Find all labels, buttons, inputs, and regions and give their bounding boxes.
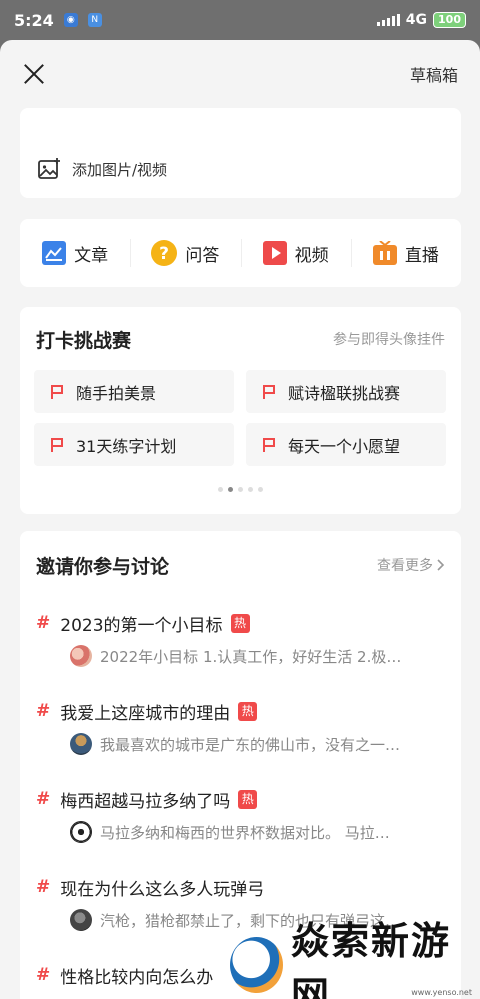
chevron-right-icon xyxy=(437,559,445,571)
topic-title: 性格比较内向怎么办 xyxy=(60,967,214,988)
hashtag-icon: # xyxy=(36,965,51,985)
challenge-item-label: 每天一个小愿望 xyxy=(288,436,401,456)
signal-icon xyxy=(376,14,400,26)
content-type-card: 文章 ? 问答 视频 直播 xyxy=(20,219,461,287)
watermark-url: www.yenso.net xyxy=(411,988,472,997)
avatar xyxy=(70,645,92,667)
challenge-item[interactable]: 31天练字计划 xyxy=(34,423,234,466)
type-article[interactable]: 文章 xyxy=(20,219,130,287)
topic-item[interactable]: # 梅西超越马拉多纳了吗 热 马拉多纳和梅西的世界杯数据对比。 马拉… xyxy=(36,787,446,843)
topic-item[interactable]: # 2023的第一个小目标 热 2022年小目标 1.认真工作，好好生活 2.极… xyxy=(36,611,446,667)
topic-preview: 我最喜欢的城市是广东的佛山市，没有之一… xyxy=(100,735,401,754)
add-media-button[interactable]: 添加图片/视频 xyxy=(38,158,167,180)
svg-text:?: ? xyxy=(159,244,169,264)
drafts-button[interactable]: 草稿箱 xyxy=(410,62,458,86)
hashtag-icon: # xyxy=(36,789,51,809)
challenge-card: 打卡挑战赛 参与即得头像挂件 随手拍美景 赋诗楹联挑战赛 31天练字计划 每天一… xyxy=(20,307,461,514)
hot-badge: 热 xyxy=(230,613,250,633)
carousel-pager xyxy=(20,487,461,492)
type-video[interactable]: 视频 xyxy=(240,219,351,287)
challenge-item[interactable]: 赋诗楹联挑战赛 xyxy=(246,370,446,413)
type-live-label: 直播 xyxy=(404,245,439,266)
type-live[interactable]: 直播 xyxy=(350,219,461,287)
avatar xyxy=(70,733,92,755)
status-time: 5:24 xyxy=(14,10,54,30)
challenge-item[interactable]: 每天一个小愿望 xyxy=(246,423,446,466)
challenge-item-label: 赋诗楹联挑战赛 xyxy=(288,383,401,403)
type-question[interactable]: ? 问答 xyxy=(130,219,240,287)
flag-icon xyxy=(51,384,63,399)
close-icon[interactable] xyxy=(22,62,46,86)
pager-dot xyxy=(258,487,263,492)
image-add-icon xyxy=(38,158,60,179)
type-video-label: 视频 xyxy=(294,245,329,266)
publish-sheet: 草稿箱 添加图片/视频 文章 ? 问答 视频 直播 打卡挑战赛 参与即得头像挂件… xyxy=(0,40,480,999)
media-card: 添加图片/视频 xyxy=(20,108,461,198)
flag-icon xyxy=(263,384,275,399)
topic-title: 我爱上这座城市的理由 xyxy=(60,703,231,724)
network-type: 4G xyxy=(405,12,428,28)
notification-app-icon-2: N xyxy=(87,13,102,27)
add-media-label: 添加图片/视频 xyxy=(72,160,168,179)
topic-title: 现在为什么这么多人玩弹弓 xyxy=(60,879,265,900)
video-icon xyxy=(262,241,287,265)
topic-title: 梅西超越马拉多纳了吗 xyxy=(60,791,231,812)
hashtag-icon: # xyxy=(36,877,51,897)
challenge-item-label: 随手拍美景 xyxy=(76,383,157,403)
question-icon: ? xyxy=(151,240,178,266)
battery-indicator: 100 xyxy=(433,12,466,28)
topic-preview: 马拉多纳和梅西的世界杯数据对比。 马拉… xyxy=(100,823,390,842)
topic-preview: 2022年小目标 1.认真工作，好好生活 2.极… xyxy=(100,647,402,666)
avatar xyxy=(70,909,92,931)
discussion-title: 邀请你参与讨论 xyxy=(36,555,170,578)
site-watermark: 焱索新游网 www.yenso.net xyxy=(230,919,480,999)
flag-icon xyxy=(51,437,63,452)
notification-app-icon: ◉ xyxy=(63,13,78,27)
soccer-ball-avatar xyxy=(70,821,92,843)
status-bar: 5:24 ◉ N 4G 100 xyxy=(0,0,480,40)
pager-dot xyxy=(248,487,253,492)
hot-badge: 热 xyxy=(238,789,258,809)
challenge-reward-link[interactable]: 参与即得头像挂件 xyxy=(333,329,445,349)
pager-dot xyxy=(238,487,243,492)
topic-item[interactable]: # 我爱上这座城市的理由 热 我最喜欢的城市是广东的佛山市，没有之一… xyxy=(36,699,446,755)
live-icon xyxy=(372,241,397,265)
hot-badge: 热 xyxy=(238,701,258,721)
view-more-link[interactable]: 查看更多 xyxy=(377,555,445,575)
watermark-logo-icon xyxy=(230,936,283,993)
challenge-item[interactable]: 随手拍美景 xyxy=(34,370,234,413)
hashtag-icon: # xyxy=(36,613,51,633)
challenge-title: 打卡挑战赛 xyxy=(36,329,132,352)
type-question-label: 问答 xyxy=(185,245,220,266)
hashtag-icon: # xyxy=(36,701,51,721)
type-article-label: 文章 xyxy=(74,245,109,266)
view-more-label: 查看更多 xyxy=(377,558,433,574)
article-icon xyxy=(42,241,67,265)
flag-icon xyxy=(263,437,275,452)
topic-title: 2023的第一个小目标 xyxy=(60,615,223,636)
pager-dot xyxy=(218,487,223,492)
challenge-item-label: 31天练字计划 xyxy=(76,436,177,456)
pager-dot-active xyxy=(228,487,233,492)
watermark-text: 焱索新游网 xyxy=(290,918,451,999)
top-bar: 草稿箱 xyxy=(0,40,480,108)
